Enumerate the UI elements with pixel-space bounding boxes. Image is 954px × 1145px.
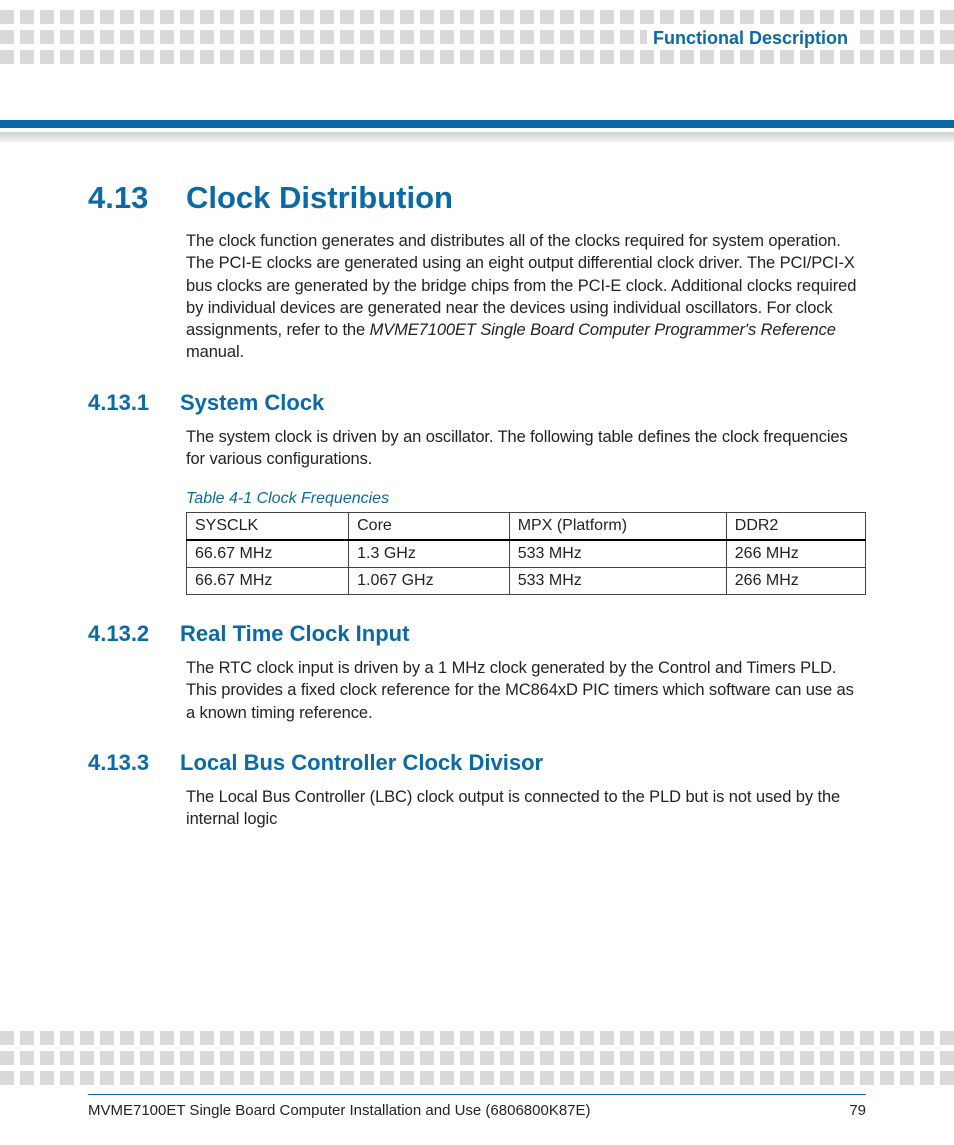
th-mpx: MPX (Platform): [509, 513, 726, 541]
subsection-2-title: Real Time Clock Input: [180, 621, 409, 647]
subsection-3-title: Local Bus Controller Clock Divisor: [180, 750, 543, 776]
footer-rule: [88, 1094, 866, 1095]
subsection-3-number: 4.13.3: [88, 750, 162, 776]
table-row: 66.67 MHz 1.3 GHz 533 MHz 266 MHz: [187, 540, 866, 568]
cell: 266 MHz: [726, 568, 865, 595]
th-core: Core: [349, 513, 510, 541]
th-ddr2: DDR2: [726, 513, 865, 541]
cell: 533 MHz: [509, 540, 726, 568]
section-title: Clock Distribution: [186, 180, 453, 216]
subsection-3-body: The Local Bus Controller (LBC) clock out…: [186, 786, 866, 831]
section-intro-b: manual.: [186, 343, 244, 361]
section-intro: The clock function generates and distrib…: [186, 230, 866, 364]
cell: 1.3 GHz: [349, 540, 510, 568]
cell: 266 MHz: [726, 540, 865, 568]
table-header-row: SYSCLK Core MPX (Platform) DDR2: [187, 513, 866, 541]
header-rule-blue: [0, 120, 954, 128]
cell: 66.67 MHz: [187, 568, 349, 595]
header-section-label: Functional Description: [647, 28, 854, 49]
subsection-2-number: 4.13.2: [88, 621, 162, 647]
section-intro-ref: MVME7100ET Single Board Computer Program…: [370, 321, 836, 339]
section-number: 4.13: [88, 180, 162, 216]
footer-left: MVME7100ET Single Board Computer Install…: [88, 1102, 591, 1119]
cell: 66.67 MHz: [187, 540, 349, 568]
subsection-1-number: 4.13.1: [88, 390, 162, 416]
table-row: 66.67 MHz 1.067 GHz 533 MHz 266 MHz: [187, 568, 866, 595]
subsection-2-body: The RTC clock input is driven by a 1 MHz…: [186, 657, 866, 724]
footer-page-number: 79: [849, 1102, 866, 1119]
cell: 533 MHz: [509, 568, 726, 595]
subsection-1-body: The system clock is driven by an oscilla…: [186, 426, 866, 471]
decor-dots-bottom: [0, 1031, 954, 1085]
subsection-1-title: System Clock: [180, 390, 324, 416]
th-sysclk: SYSCLK: [187, 513, 349, 541]
header-rule-grey: [0, 132, 954, 142]
table-caption: Table 4-1 Clock Frequencies: [186, 490, 866, 508]
clock-frequencies-table: SYSCLK Core MPX (Platform) DDR2 66.67 MH…: [186, 512, 866, 595]
cell: 1.067 GHz: [349, 568, 510, 595]
